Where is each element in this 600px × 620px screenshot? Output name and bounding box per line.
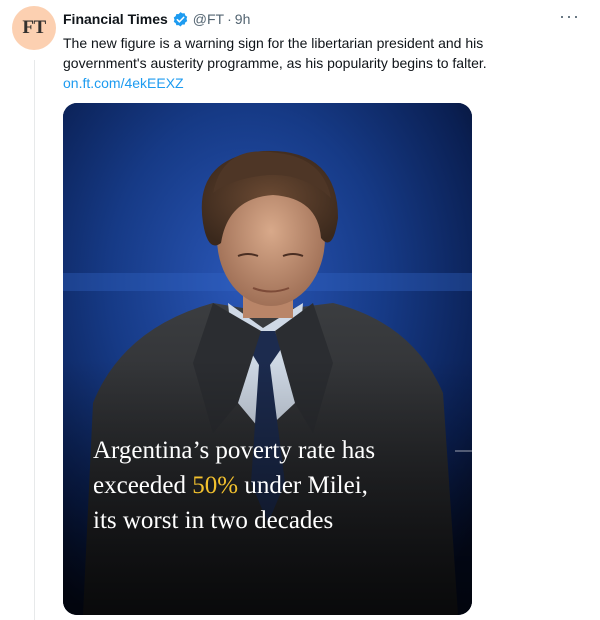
verified-badge-icon bbox=[172, 11, 189, 28]
headline-text: under Milei, bbox=[238, 472, 368, 499]
separator-dot: · bbox=[227, 11, 232, 27]
avatar-text: FT bbox=[22, 17, 46, 38]
headline-accent-number: 50% bbox=[192, 472, 239, 499]
author-handle[interactable]: @FT bbox=[193, 11, 224, 27]
article-link[interactable]: on.ft.com/4ekEEXZ bbox=[63, 75, 184, 91]
media-headline: Argentina’s poverty rate has exceeded 50… bbox=[93, 433, 463, 538]
media-image[interactable]: Argentina’s poverty rate has exceeded 50… bbox=[63, 103, 472, 615]
timestamp[interactable]: 9h bbox=[235, 11, 251, 27]
headline-line: its worst in two decades bbox=[93, 507, 334, 534]
headline-line: Argentina’s poverty rate has bbox=[93, 437, 376, 464]
author-name[interactable]: Financial Times bbox=[63, 11, 168, 27]
photo-illustration bbox=[63, 103, 472, 615]
tweet-card[interactable]: FT Financial Times @FT · 9h ··· The new … bbox=[0, 0, 600, 620]
more-options-icon[interactable]: ··· bbox=[559, 6, 580, 27]
tweet-text-line: The new figure is a warning sign for the… bbox=[63, 35, 484, 51]
tweet-header: Financial Times @FT · 9h bbox=[63, 9, 250, 29]
tweet-text-line: government's austerity programme, as his… bbox=[63, 55, 487, 71]
headline-text: exceeded bbox=[93, 472, 193, 499]
thread-divider bbox=[34, 60, 35, 620]
avatar[interactable]: FT bbox=[12, 6, 56, 50]
headline-line: exceeded 50% under Milei, bbox=[93, 468, 463, 503]
tweet-text: The new figure is a warning sign for the… bbox=[63, 33, 563, 93]
